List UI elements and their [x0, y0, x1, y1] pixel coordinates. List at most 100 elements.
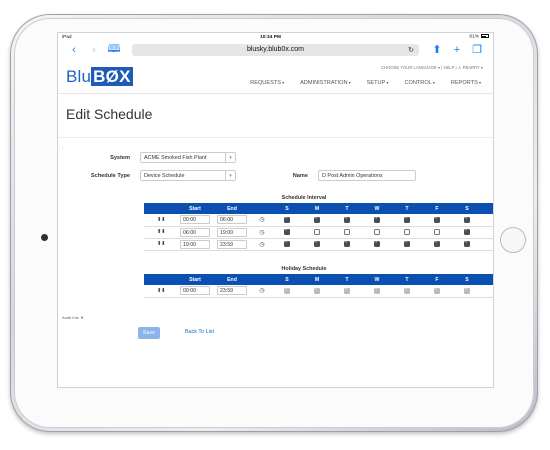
- battery-indicator: 61%: [469, 34, 489, 40]
- start-time-input[interactable]: 19:00: [180, 239, 210, 249]
- checkbox-icon[interactable]: [374, 239, 380, 247]
- day-cell: [422, 226, 452, 239]
- move-arrows-icon[interactable]: ⬆⬇: [157, 217, 166, 223]
- end-time-input[interactable]: 19:00: [217, 227, 247, 237]
- checkbox-icon[interactable]: [344, 239, 350, 247]
- checkbox-icon[interactable]: [314, 239, 320, 247]
- system-label: System: [110, 155, 130, 161]
- checkbox-icon[interactable]: [344, 228, 350, 235]
- home-button[interactable]: [500, 227, 526, 253]
- schedule-type-label: Schedule Type: [90, 173, 130, 179]
- checkbox-icon: [284, 287, 290, 294]
- forward-chevron-icon[interactable]: ›: [84, 44, 104, 56]
- day-cell: [272, 238, 302, 251]
- schedule-type-value: Device Schedule: [144, 172, 185, 179]
- day-cell: [362, 238, 392, 251]
- move-arrows-icon[interactable]: ⬆⬇: [157, 229, 166, 235]
- checkbox-icon[interactable]: [434, 228, 440, 235]
- end-cell: 23:59: [212, 238, 252, 251]
- day-cell: [332, 285, 362, 298]
- checkbox-icon[interactable]: [464, 227, 470, 235]
- schedule-type-select[interactable]: Device Schedule ▾: [140, 170, 236, 181]
- header-day: F: [422, 203, 452, 214]
- checkbox-icon[interactable]: [374, 215, 380, 223]
- end-cell: 06:00: [212, 214, 252, 227]
- header-day: S: [452, 203, 482, 214]
- system-select[interactable]: ACME Smoked Fish Plant ▾: [140, 152, 236, 163]
- clock-icon[interactable]: ◷: [259, 217, 264, 223]
- day-cell: [392, 226, 422, 239]
- clock-icon[interactable]: ◷: [259, 288, 264, 294]
- nav-control[interactable]: CONTROL: [404, 80, 434, 86]
- checkbox-icon[interactable]: [284, 227, 290, 235]
- back-chevron-icon[interactable]: ‹: [64, 44, 84, 56]
- bookmarks-icon[interactable]: 🕮: [104, 40, 124, 59]
- clock-icon[interactable]: ◷: [259, 242, 264, 248]
- move-arrows-icon[interactable]: ⬆⬇: [157, 288, 166, 294]
- schedule-form: : System ACME Smoked Fish Plant ▾ Schedu…: [58, 138, 493, 378]
- new-tab-icon[interactable]: +: [447, 44, 467, 56]
- clock-cell: ◷: [252, 285, 272, 298]
- day-cell: [302, 285, 332, 298]
- day-cell: [392, 285, 422, 298]
- header-add: +: [482, 203, 493, 214]
- header-day: W: [362, 274, 392, 285]
- day-cell: [302, 226, 332, 239]
- nav-requests[interactable]: REQUESTS: [250, 80, 284, 86]
- checkbox-icon[interactable]: [314, 215, 320, 223]
- checkbox-icon[interactable]: [404, 215, 410, 223]
- day-cell: [362, 214, 392, 227]
- checkbox-icon[interactable]: [374, 228, 380, 235]
- end-time-input[interactable]: 23:59: [217, 286, 247, 296]
- chevron-down-icon: ▾: [225, 153, 235, 162]
- checkbox-icon[interactable]: [314, 228, 320, 235]
- checkbox-icon[interactable]: [464, 239, 470, 247]
- start-time-input[interactable]: 06:00: [180, 227, 210, 237]
- start-time-input[interactable]: 00:00: [180, 215, 210, 225]
- day-cell: [392, 238, 422, 251]
- audit-info-toggle[interactable]: Audit Info ▼: [62, 315, 84, 320]
- end-time-input[interactable]: 06:00: [217, 215, 247, 225]
- tabs-icon[interactable]: ❐: [467, 43, 487, 56]
- checkbox-icon: [464, 287, 470, 294]
- table-row: ⬆⬇ 19:00 23:59 ◷ −: [144, 238, 493, 251]
- table-header-row: StartEndSMTWTFS+: [144, 274, 493, 285]
- day-cell: [422, 285, 452, 298]
- name-input[interactable]: D Post Admin Operations: [318, 170, 416, 181]
- header-day: T: [332, 274, 362, 285]
- nav-administration[interactable]: ADMINISTRATION: [300, 80, 351, 86]
- status-time: 10:34 PM: [260, 34, 281, 40]
- end-time-input[interactable]: 23:59: [217, 239, 247, 249]
- url-field[interactable]: blusky.blub0x.com ↻: [132, 43, 419, 56]
- nav-setup[interactable]: SETUP: [367, 80, 389, 86]
- schedule-interval-title: Schedule Interval: [281, 195, 327, 201]
- device-label: iPad: [62, 34, 72, 40]
- day-cell: [272, 285, 302, 298]
- save-button[interactable]: Save: [138, 327, 160, 339]
- header-blank: [144, 274, 178, 285]
- start-cell: 19:00: [178, 238, 212, 251]
- checkbox-icon[interactable]: [404, 239, 410, 247]
- checkbox-icon[interactable]: [434, 215, 440, 223]
- share-icon[interactable]: ⬆: [427, 43, 447, 56]
- back-to-list-link[interactable]: Back To List: [185, 329, 214, 335]
- reload-icon[interactable]: ↻: [408, 46, 414, 54]
- header-end: End: [212, 203, 252, 214]
- checkbox-icon[interactable]: [464, 215, 470, 223]
- nav-reports[interactable]: REPORTS: [451, 80, 481, 86]
- clock-icon[interactable]: ◷: [259, 230, 264, 236]
- day-cell: [452, 226, 482, 239]
- utility-links[interactable]: CHOOSE YOUR LANGUAGE ▾ | HELP | ♙ PBARRY…: [381, 65, 483, 70]
- header-day: F: [422, 274, 452, 285]
- checkbox-icon[interactable]: [434, 239, 440, 247]
- start-time-input[interactable]: 00:00: [180, 286, 210, 296]
- holiday-schedule-title: Holiday Schedule: [281, 266, 327, 272]
- checkbox-icon[interactable]: [284, 239, 290, 247]
- brand-logo[interactable]: Blu BØX: [66, 67, 133, 87]
- checkbox-icon[interactable]: [344, 215, 350, 223]
- move-arrows-icon[interactable]: ⬆⬇: [157, 241, 166, 247]
- main-nav: REQUESTS ADMINISTRATION SETUP CONTROL RE…: [250, 80, 481, 86]
- checkbox-icon[interactable]: [404, 228, 410, 235]
- checkbox-icon[interactable]: [284, 215, 290, 223]
- header-day: S: [452, 274, 482, 285]
